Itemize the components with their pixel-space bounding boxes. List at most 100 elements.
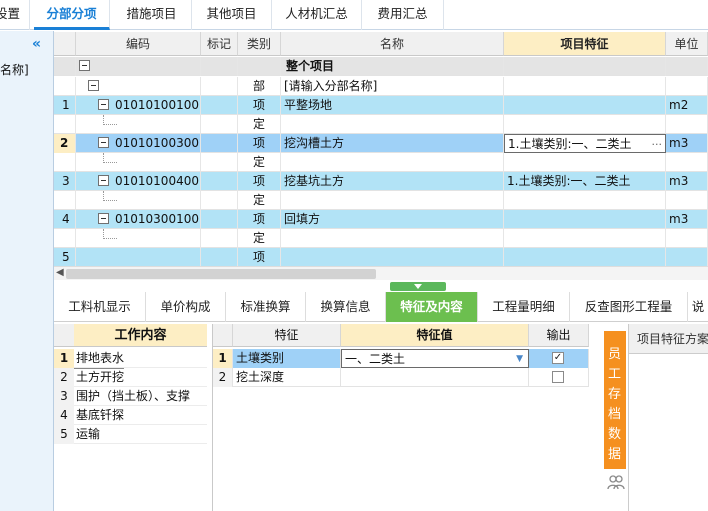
tab-conversion-info[interactable]: 换算信息 (306, 292, 386, 322)
feature-value-cell[interactable] (341, 368, 529, 387)
list-item[interactable]: 2 土方开挖 (54, 368, 207, 387)
code-cell[interactable]: 010101003001 (76, 134, 201, 153)
tab-labor-material-display[interactable]: 工料机显示 (54, 292, 146, 322)
tab-more[interactable]: 说 (688, 292, 708, 322)
collapse-node-icon[interactable] (88, 80, 99, 91)
name-cell[interactable] (281, 153, 504, 172)
name-cell[interactable]: [请输入分部名称] (281, 77, 504, 96)
collapse-panel-icon[interactable]: « (32, 36, 41, 52)
table-row[interactable]: 1 010101001001 项 平整场地 m2 (54, 96, 708, 115)
code-cell[interactable] (76, 115, 201, 134)
tab-settings[interactable]: 设置 (0, 0, 30, 30)
mark-cell[interactable] (201, 57, 238, 76)
dropdown-arrow-icon[interactable]: ▼ (516, 350, 523, 367)
col-header-output[interactable]: 输出 (529, 324, 589, 347)
tab-cost-summary[interactable]: 费用汇总 (362, 0, 444, 30)
code-cell[interactable] (76, 77, 201, 96)
tab-measure-items[interactable]: 措施项目 (112, 0, 192, 30)
col-header-unit[interactable]: 单位 (666, 32, 708, 56)
name-cell[interactable]: 挖沟槽土方 (281, 134, 504, 153)
feature-cell[interactable] (504, 77, 666, 96)
mark-cell[interactable] (201, 248, 238, 267)
collapse-node-icon[interactable] (79, 60, 90, 71)
feature-cell[interactable] (504, 210, 666, 229)
type-cell[interactable]: 项 (238, 248, 281, 267)
code-cell[interactable] (76, 57, 201, 76)
name-cell[interactable] (281, 229, 504, 248)
more-options-icon[interactable]: ··· (652, 135, 663, 152)
collapse-node-icon[interactable] (98, 213, 109, 224)
table-row[interactable]: 定 (54, 229, 708, 248)
table-row[interactable]: 1 土壤类别 一、二类土 ▼ ✓ (213, 349, 589, 368)
unit-cell[interactable] (666, 115, 708, 134)
mark-cell[interactable] (201, 96, 238, 115)
col-header-mark[interactable]: 标记 (201, 32, 238, 56)
feature-cell[interactable]: 1.土壤类别:一、二类土 ··· (504, 134, 666, 153)
col-header-type[interactable]: 类别 (238, 32, 281, 56)
name-cell[interactable]: 回填方 (281, 210, 504, 229)
users-icon[interactable] (606, 474, 626, 494)
table-row[interactable]: 部 [请输入分部名称] (54, 77, 708, 96)
name-cell[interactable]: 挖基坑土方 (281, 172, 504, 191)
unit-cell[interactable]: m3 (666, 134, 708, 153)
tab-labor-material-summary[interactable]: 人材机汇总 (272, 0, 362, 30)
feature-cell[interactable]: 1.土壤类别:一、二类土 (504, 172, 666, 191)
scrollbar-thumb[interactable] (66, 269, 376, 279)
tab-other-items[interactable]: 其他项目 (192, 0, 272, 30)
tab-features-and-content[interactable]: 特征及内容 (386, 292, 478, 322)
col-header-feature-value[interactable]: 特征值 (341, 324, 529, 347)
list-item[interactable]: 4 基底钎探 (54, 406, 207, 425)
code-cell[interactable] (76, 229, 201, 248)
type-cell[interactable]: 定 (238, 229, 281, 248)
code-cell[interactable]: 010101004001 (76, 172, 201, 191)
table-row[interactable]: 定 (54, 115, 708, 134)
table-row[interactable]: 5 项 (54, 248, 708, 267)
unit-cell[interactable]: m2 (666, 96, 708, 115)
mark-cell[interactable] (201, 77, 238, 96)
type-cell[interactable]: 定 (238, 191, 281, 210)
tab-divisional-items[interactable]: 分部分项 (34, 0, 110, 30)
output-checkbox[interactable]: ✓ (552, 352, 564, 364)
collapse-node-icon[interactable] (98, 137, 109, 148)
unit-cell[interactable]: m3 (666, 172, 708, 191)
name-cell[interactable] (281, 248, 504, 267)
mark-cell[interactable] (201, 115, 238, 134)
unit-cell[interactable] (666, 229, 708, 248)
mark-cell[interactable] (201, 153, 238, 172)
unit-cell[interactable] (666, 57, 708, 76)
mark-cell[interactable] (201, 229, 238, 248)
feature-cell[interactable] (504, 57, 666, 76)
feature-cell[interactable] (504, 191, 666, 210)
type-cell[interactable]: 项 (238, 96, 281, 115)
table-row[interactable]: 4 010103001001 项 回填方 m3 (54, 210, 708, 229)
name-cell[interactable] (281, 191, 504, 210)
feature-cell[interactable] (504, 96, 666, 115)
scroll-left-icon[interactable]: ◀ (56, 267, 64, 278)
name-cell[interactable]: 平整场地 (281, 96, 504, 115)
mark-cell[interactable] (201, 134, 238, 153)
type-cell[interactable]: 项 (238, 210, 281, 229)
mark-cell[interactable] (201, 172, 238, 191)
mark-cell[interactable] (201, 210, 238, 229)
mark-cell[interactable] (201, 191, 238, 210)
unit-cell[interactable] (666, 77, 708, 96)
panel-splitter[interactable] (390, 282, 446, 291)
col-header-name[interactable]: 名称 (281, 32, 504, 56)
collapse-node-icon[interactable] (98, 99, 109, 110)
tab-quantity-details[interactable]: 工程量明细 (478, 292, 570, 322)
type-cell[interactable]: 部 (238, 77, 281, 96)
unit-cell[interactable] (666, 191, 708, 210)
type-cell[interactable]: 项 (238, 172, 281, 191)
col-header-code[interactable]: 编码 (76, 32, 201, 56)
feature-cell[interactable] (504, 229, 666, 248)
code-cell[interactable] (76, 191, 201, 210)
feature-cell[interactable] (504, 248, 666, 267)
horizontal-scrollbar[interactable]: ◀ (54, 266, 708, 280)
type-cell[interactable] (238, 57, 281, 76)
feature-cell[interactable] (504, 115, 666, 134)
employee-archive-button[interactable]: 员工存档数据 (604, 331, 626, 469)
table-row[interactable]: 整个项目 (54, 57, 708, 76)
tab-standard-conversion[interactable]: 标准换算 (226, 292, 306, 322)
table-row[interactable]: 定 (54, 191, 708, 210)
code-cell[interactable] (76, 153, 201, 172)
